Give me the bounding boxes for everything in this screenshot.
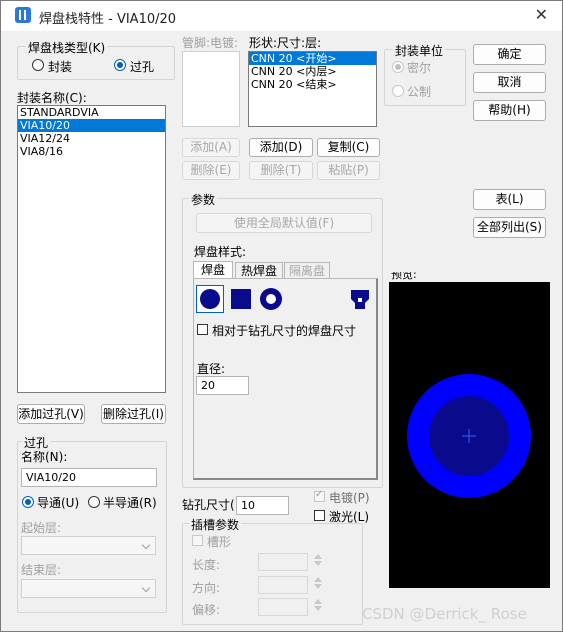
circle-shape-icon[interactable]	[196, 285, 224, 313]
pad-style-label: 焊盘样式:	[194, 245, 247, 259]
package-name-label: 封装名称(C):	[17, 91, 87, 105]
list-item[interactable]: VIA12/24	[18, 132, 165, 145]
pin-list[interactable]	[182, 51, 240, 127]
delete-pin-button[interactable]: 删除(E)	[182, 161, 240, 180]
radio-partial[interactable]	[88, 496, 100, 508]
padstack-properties-dialog: 焊盘栈特性 - VIA10/20 ✕ 焊盘栈类型(K) 封装 过孔 封装名称(C…	[0, 0, 563, 632]
parameters-label: 参数	[189, 191, 218, 208]
preview-label: 预览:	[391, 268, 417, 281]
table-button[interactable]: 表(L)	[473, 189, 546, 210]
laser-checkbox[interactable]	[314, 510, 325, 521]
slot-params-label: 插槽参数	[189, 516, 242, 533]
radio-through[interactable]	[22, 496, 34, 508]
padstack-type-label: 焊盘栈类型(K)	[26, 39, 108, 56]
diameter-input[interactable]: 20	[196, 376, 249, 395]
units-label: 封装单位	[393, 42, 446, 59]
list-all-button[interactable]: 全部列出(S)	[473, 217, 546, 238]
tab-thermal[interactable]: 热焊盘	[235, 262, 283, 279]
relative-size-checkbox[interactable]	[197, 324, 208, 335]
watermark-text: CSDN @Derrick_ Rose	[362, 605, 527, 623]
parameters-group: 参数 使用全局默认值(F) 焊盘样式: 焊盘 热焊盘 隔离盘 相对于钻孔尺寸的焊…	[182, 191, 383, 488]
tab-pad[interactable]: 焊盘	[193, 261, 233, 279]
radio-metric[interactable]	[392, 85, 404, 97]
direction-spinner[interactable]	[314, 577, 322, 589]
add-layer-button[interactable]: 添加(D)	[249, 138, 313, 157]
length-spinner[interactable]	[314, 554, 322, 566]
annulus-shape-icon[interactable]	[257, 285, 285, 313]
app-icon	[15, 7, 31, 23]
direction-input[interactable]	[258, 576, 308, 594]
add-pin-button[interactable]: 添加(A)	[182, 138, 240, 157]
package-name-list[interactable]: STANDARDVIA VIA10/20 VIA12/24 VIA8/16	[17, 105, 166, 393]
length-label: 长度:	[192, 558, 221, 572]
radio-package-label: 封装	[48, 60, 73, 74]
title-bar: 焊盘栈特性 - VIA10/20 ✕	[1, 1, 562, 31]
window-title: 焊盘栈特性 - VIA10/20	[39, 12, 177, 27]
drill-size-input[interactable]: 10	[236, 496, 289, 515]
radio-partial-label: 半导通(R)	[103, 496, 157, 510]
custom-shape-icon[interactable]	[346, 285, 374, 313]
radio-via[interactable]	[114, 59, 126, 71]
shape-size-layer-label: 形状:尺寸:层:	[249, 36, 322, 50]
list-item[interactable]: STANDARDVIA	[18, 106, 165, 119]
list-item[interactable]: CNN 20 <内层>	[249, 65, 376, 78]
use-global-defaults-button[interactable]: 使用全局默认值(F)	[196, 213, 372, 233]
radio-via-label: 过孔	[130, 60, 155, 74]
units-group: 封装单位 密尔 公制	[384, 42, 466, 106]
paste-button[interactable]: 粘贴(P)	[317, 161, 380, 180]
list-item[interactable]: VIA8/16	[18, 145, 165, 158]
radio-through-label: 导通(U)	[37, 496, 80, 510]
list-item[interactable]: VIA10/20	[18, 119, 165, 132]
radio-metric-label: 公制	[407, 85, 432, 99]
square-shape-icon[interactable]	[227, 285, 255, 313]
padstack-type-group: 焊盘栈类型(K) 封装 过孔	[17, 39, 175, 80]
list-item[interactable]: CNN 20 <开始>	[249, 52, 376, 65]
list-item[interactable]: CNN 20 <结束>	[249, 78, 376, 91]
offset-input[interactable]	[258, 598, 308, 616]
start-layer-combo[interactable]	[21, 536, 156, 555]
delete-via-button[interactable]: 删除过孔(I)	[101, 404, 166, 424]
via-group: 过孔 名称(N): VIA10/20 导通(U) 半导通(R) 起始层: 结束层…	[17, 434, 167, 613]
diameter-label: 直径:	[197, 362, 226, 376]
tab-antipad[interactable]: 隔离盘	[284, 262, 330, 279]
plated-checkbox[interactable]	[314, 489, 325, 502]
end-layer-label: 结束层:	[21, 563, 62, 577]
layer-list[interactable]: CNN 20 <开始> CNN 20 <内层> CNN 20 <结束>	[248, 51, 377, 127]
offset-label: 偏移:	[192, 603, 221, 617]
add-via-button[interactable]: 添加过孔(V)	[17, 404, 85, 424]
copy-button[interactable]: 复制(C)	[317, 138, 380, 157]
length-input[interactable]	[258, 553, 308, 571]
relative-size-label: 相对于钻孔尺寸的焊盘尺寸	[212, 324, 357, 338]
offset-spinner[interactable]	[314, 599, 322, 611]
radio-package[interactable]	[32, 59, 44, 71]
close-icon[interactable]: ✕	[535, 5, 548, 24]
slot-params-group: 插槽参数 槽形 长度: 方向: 偏移:	[182, 516, 363, 625]
radio-mil[interactable]	[392, 61, 404, 73]
help-button[interactable]: 帮助(H)	[473, 100, 546, 121]
slot-checkbox[interactable]	[192, 535, 203, 546]
direction-label: 方向:	[192, 581, 221, 595]
pad-tab-panel: 相对于钻孔尺寸的焊盘尺寸 直径: 20	[193, 278, 378, 480]
delete-layer-button[interactable]: 删除(T)	[249, 161, 313, 180]
via-name-input[interactable]: VIA10/20	[21, 468, 157, 487]
pin-plating-label: 管脚:电镀:	[182, 36, 239, 50]
drill-size-label: 钻孔尺寸(	[182, 498, 235, 512]
plated-label: 电镀(P)	[329, 491, 370, 505]
end-layer-combo[interactable]	[21, 579, 156, 598]
pad-preview	[389, 282, 550, 588]
via-name-label: 名称(N):	[21, 450, 68, 464]
start-layer-label: 起始层:	[21, 521, 62, 535]
radio-mil-label: 密尔	[407, 61, 432, 75]
cancel-button[interactable]: 取消	[473, 72, 546, 93]
slot-label: 槽形	[207, 535, 232, 549]
ok-button[interactable]: 确定	[473, 44, 546, 65]
